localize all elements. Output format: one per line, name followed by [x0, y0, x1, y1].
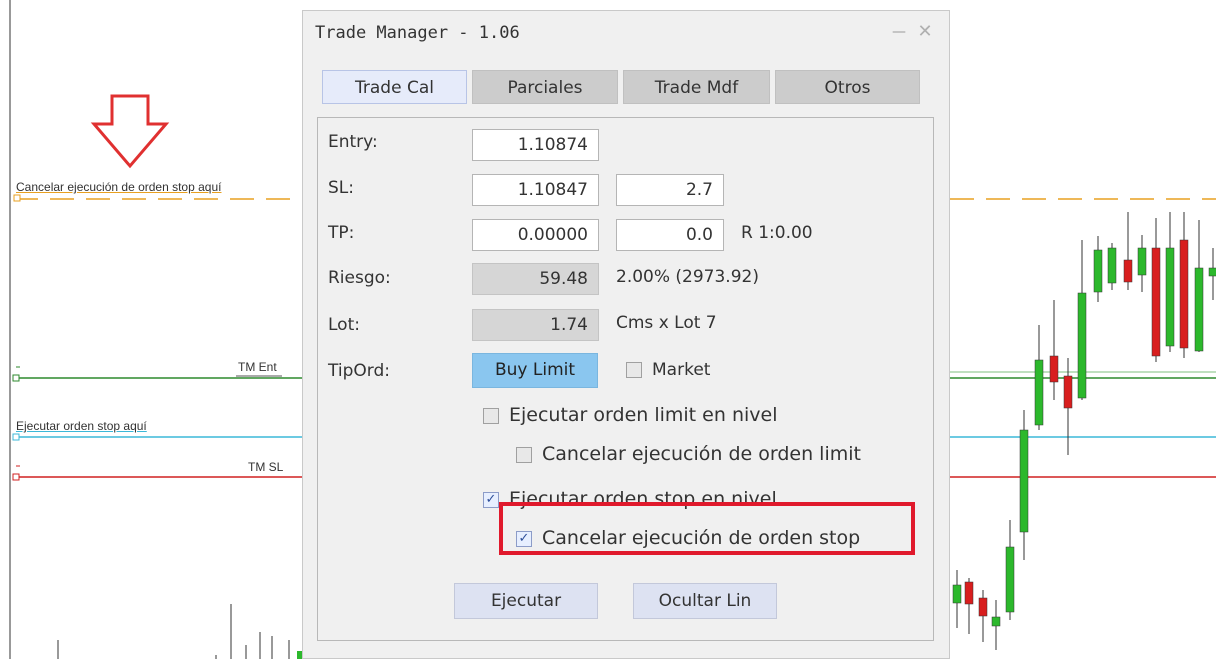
- candle-body: [1208, 267, 1216, 277]
- candlesticks: [952, 212, 1216, 650]
- exec-limit-row[interactable]: Ejecutar orden limit en nivel: [483, 404, 843, 430]
- tab-parciales[interactable]: Parciales: [472, 70, 618, 104]
- risk-info: 2.00% (2973.92): [616, 267, 759, 287]
- candle-body: [1137, 247, 1147, 276]
- tp-pips-field[interactable]: 0.0: [616, 219, 724, 251]
- candle-body: [991, 616, 1001, 627]
- tab-trade-cal[interactable]: Trade Cal: [322, 70, 467, 104]
- sl-line-handle: [12, 473, 20, 481]
- entry-line-handle: [12, 374, 20, 382]
- tp-price-field[interactable]: 0.00000: [472, 219, 599, 251]
- candle-body: [952, 584, 962, 604]
- exec-limit-label: Ejecutar orden limit en nivel: [509, 404, 778, 426]
- candle-body: [964, 581, 974, 605]
- candle-body: [1194, 267, 1204, 352]
- close-icon[interactable]: ✕: [915, 21, 935, 43]
- entry-field[interactable]: 1.10874: [472, 129, 599, 161]
- candle-body: [978, 597, 988, 617]
- title-bar[interactable]: Trade Manager - 1.06 — ✕: [303, 11, 949, 53]
- lot-label: Lot:: [328, 315, 360, 335]
- execute-stop-handle: [12, 433, 20, 441]
- order-type-button[interactable]: Buy Limit: [472, 353, 598, 388]
- risk-value-field: 59.48: [472, 263, 599, 295]
- risk-label: Riesgo:: [328, 268, 391, 288]
- dialog-title: Trade Manager - 1.06: [315, 23, 520, 43]
- candle-body: [1179, 239, 1189, 349]
- exec-limit-checkbox[interactable]: [483, 408, 499, 424]
- lot-value-field: 1.74: [472, 309, 599, 341]
- tm-entry-label: TM Ent: [238, 360, 277, 374]
- candle-body: [1005, 546, 1015, 613]
- tp-label: TP:: [328, 223, 355, 243]
- tm-sl-label: TM SL: [248, 460, 284, 474]
- commission-info: Cms x Lot 7: [616, 313, 717, 333]
- cancel-stop-label: Cancelar ejecución de orden stop aquí: [16, 180, 222, 194]
- entry-label: Entry:: [328, 132, 378, 152]
- trade-cal-panel: Entry: 1.10874 SL: 1.10847 2.7 TP: 0.000…: [317, 117, 934, 641]
- execute-button[interactable]: Ejecutar: [454, 583, 598, 619]
- risk-reward-ratio: R 1:0.00: [741, 223, 813, 243]
- down-arrow-icon: [90, 94, 170, 169]
- execute-stop-label: Ejecutar orden stop aquí: [16, 419, 147, 433]
- candle-body: [1151, 247, 1161, 357]
- tab-trade-mdf[interactable]: Trade Mdf: [623, 70, 770, 104]
- candle-body: [1019, 429, 1029, 533]
- candle-body: [1123, 259, 1133, 283]
- cancel-limit-label: Cancelar ejecución de orden limit: [542, 443, 861, 465]
- market-checkbox-row[interactable]: Market: [626, 360, 746, 384]
- sl-price-field[interactable]: 1.10847: [472, 174, 599, 206]
- hide-lines-button[interactable]: Ocultar Lin: [633, 583, 777, 619]
- tab-otros[interactable]: Otros: [775, 70, 920, 104]
- cancel-stop-handle: [13, 194, 21, 202]
- exec-stop-checkbox[interactable]: ✓: [483, 492, 499, 508]
- cancel-limit-checkbox[interactable]: [516, 447, 532, 463]
- order-type-label: TipOrd:: [328, 361, 390, 381]
- candle-body: [1107, 247, 1117, 284]
- candle-body: [1093, 249, 1103, 293]
- market-checkbox[interactable]: [626, 362, 642, 378]
- sl-pips-field[interactable]: 2.7: [616, 174, 724, 206]
- sl-label: SL:: [328, 178, 354, 198]
- candle-body: [1063, 375, 1073, 409]
- candle-body: [1165, 247, 1175, 347]
- candle-body: [1077, 292, 1087, 399]
- minimize-icon[interactable]: —: [891, 21, 907, 43]
- highlight-annotation: [499, 502, 915, 555]
- market-checkbox-label: Market: [652, 360, 711, 380]
- trade-manager-dialog: Trade Manager - 1.06 — ✕ Trade Cal Parci…: [302, 10, 950, 659]
- candle-body: [1034, 359, 1044, 426]
- cancel-limit-row[interactable]: Cancelar ejecución de orden limit: [516, 443, 916, 469]
- candle-body: [1049, 355, 1059, 383]
